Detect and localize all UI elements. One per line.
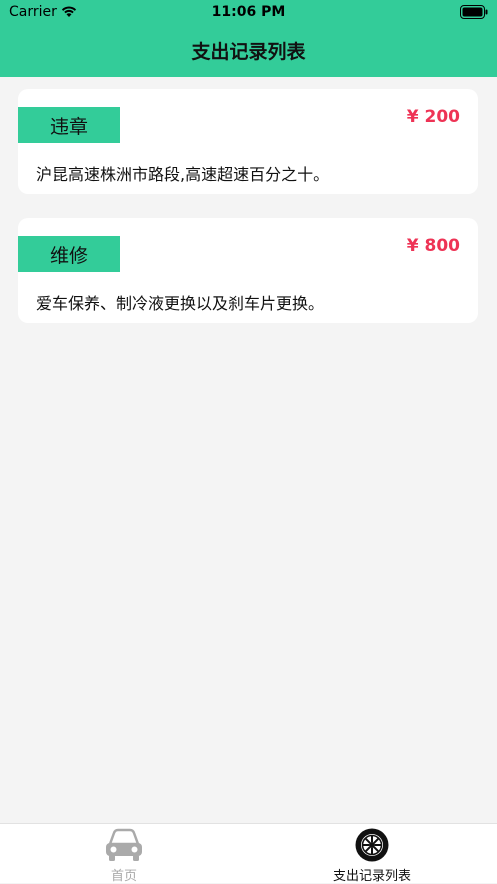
tab-expense-list-label: 支出记录列表 [332, 869, 411, 884]
expense-amount: ¥ 200 [406, 107, 460, 127]
expense-card[interactable]: 违章 ¥ 200 沪昆高速株洲市路段,高速超速百分之十。 [18, 89, 478, 194]
expense-amount: ¥ 800 [406, 236, 460, 256]
status-bar: Carrier 11:06 PM [0, 0, 497, 26]
expense-tag: 违章 [18, 107, 120, 143]
expense-description: 沪昆高速株洲市路段,高速超速百分之十。 [36, 165, 330, 184]
tab-home-label: 首页 [110, 869, 137, 884]
header-bar: Carrier 11:06 PM 支出记录列表 [0, 0, 497, 77]
status-time: 11:06 PM [211, 4, 286, 20]
car-icon [104, 827, 144, 867]
tab-expense-list[interactable]: 支出记录列表 [248, 824, 496, 884]
page-title: 支出记录列表 [191, 41, 306, 63]
battery-icon [460, 5, 488, 23]
expense-card[interactable]: 维修 ¥ 800 爱车保养、制冷液更换以及刹车片更换。 [18, 218, 478, 323]
tab-home[interactable]: 首页 [0, 824, 248, 884]
expense-tag: 维修 [18, 236, 120, 272]
expense-description: 爱车保养、制冷液更换以及刹车片更换。 [36, 294, 325, 313]
tab-bar: 首页 支出记录列表 [0, 823, 497, 884]
tire-icon [354, 827, 390, 867]
